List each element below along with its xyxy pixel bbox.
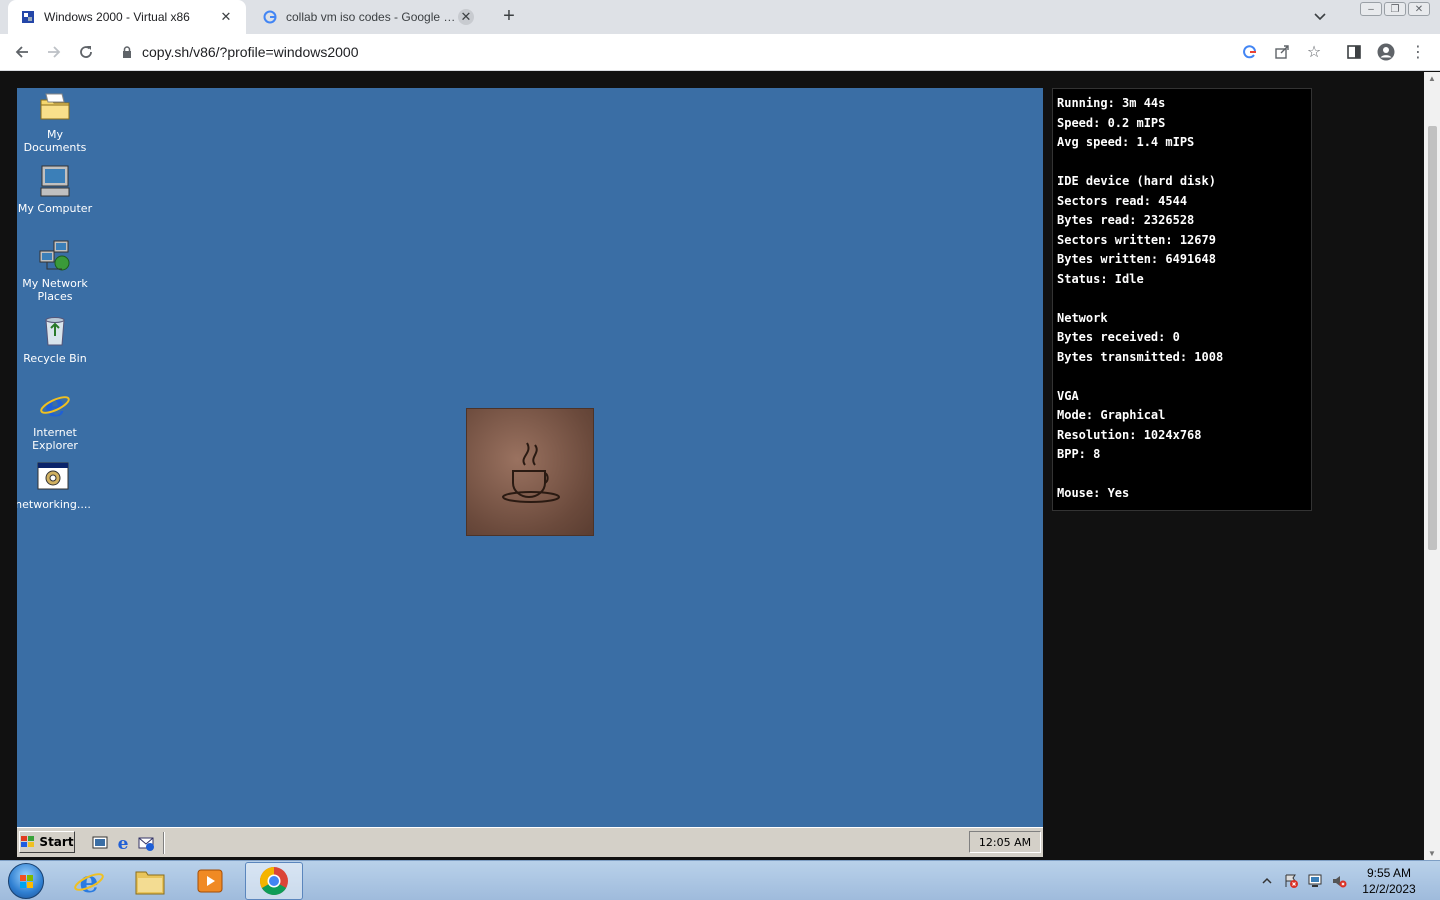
recycle-bin-icon — [38, 314, 72, 348]
java-cup-wallpaper-icon — [466, 408, 594, 536]
desktop-icon-label: My Network Places — [22, 277, 88, 303]
address-bar[interactable]: copy.sh/v86/?profile=windows2000 — [110, 38, 1300, 67]
network-status-icon[interactable] — [1307, 873, 1323, 889]
minimize-window-button[interactable]: – — [1360, 2, 1382, 16]
stat-avg-speed: Avg speed: 1.4 mIPS — [1057, 135, 1195, 149]
desktop-icon-label: My Documents — [23, 128, 87, 154]
emulator-screen[interactable]: My Documents My Computer My Network Plac… — [17, 88, 1043, 857]
tab-strip: Windows 2000 - Virtual x86 ✕ collab vm i… — [0, 0, 1440, 34]
desktop-icon-internet-explorer[interactable]: e Internet Explorer — [17, 386, 93, 452]
desktop-icon-label: My Computer — [17, 202, 93, 215]
emulator-stats-panel: Running: 3m 44s Speed: 0.2 mIPS Avg spee… — [1052, 88, 1312, 511]
show-hidden-icons-chevron[interactable] — [1259, 873, 1275, 889]
desktop-icon-my-computer[interactable]: My Computer — [17, 164, 93, 215]
desktop-icon-label: Recycle Bin — [23, 352, 87, 365]
guest-clock: 12:05 AM — [969, 831, 1041, 853]
host-date: 12/2/2023 — [1362, 882, 1416, 896]
action-center-flag-icon[interactable] — [1283, 873, 1299, 889]
forward-icon[interactable] — [44, 42, 64, 62]
stat-running: Running: 3m 44s — [1057, 96, 1166, 110]
close-tab-icon[interactable]: ✕ — [218, 9, 234, 25]
stat-status: Status: Idle — [1057, 271, 1144, 286]
quicklaunch-ie-icon[interactable]: e — [114, 834, 132, 854]
taskbar-ie-icon[interactable]: e — [60, 862, 118, 900]
desktop-icon-my-documents[interactable]: My Documents — [17, 90, 93, 154]
program-icon — [36, 460, 70, 494]
desktop-icon-networking[interactable]: networking.... — [17, 460, 91, 511]
scroll-up-icon[interactable]: ▲ — [1428, 74, 1436, 83]
side-panel-icon[interactable] — [1344, 42, 1364, 62]
host-clock[interactable]: 9:55 AM 12/2/2023 — [1356, 865, 1422, 897]
desktop-icon-recycle-bin[interactable]: Recycle Bin — [17, 314, 93, 365]
stat-ide-heading: IDE device (hard disk) — [1057, 174, 1216, 188]
back-icon[interactable] — [12, 42, 32, 62]
reload-icon[interactable] — [76, 42, 96, 62]
desktop-icon-label: networking.... — [17, 498, 91, 511]
url-text: copy.sh/v86/?profile=windows2000 — [142, 44, 359, 60]
desktop-icon-my-network-places[interactable]: My Network Places — [17, 239, 93, 303]
stat-sectors-read: Sectors read: 4544 — [1057, 193, 1188, 208]
windows-flag-icon — [21, 836, 35, 847]
svg-text:e: e — [118, 834, 129, 852]
stat-vga-heading: VGA — [1057, 388, 1079, 403]
tab-google-search[interactable]: collab vm iso codes - Google Search ✕ — [250, 0, 486, 34]
lock-icon — [123, 46, 131, 58]
taskbar-chrome-icon[interactable] — [245, 862, 303, 900]
browser-toolbar: copy.sh/v86/?profile=windows2000 ☆ ⋮ — [0, 34, 1440, 71]
quicklaunch-outlook-icon[interactable] — [137, 834, 155, 852]
scrollbar-thumb[interactable] — [1428, 126, 1437, 550]
taskbar-media-player-icon[interactable] — [181, 862, 239, 900]
stat-resolution: Resolution: 1024x768 — [1057, 427, 1202, 442]
stat-bpp: BPP: 8 — [1057, 447, 1101, 461]
guest-taskbar: Start e 12:05 AM — [17, 827, 1043, 857]
taskbar-explorer-icon[interactable] — [121, 862, 179, 900]
stat-bytes-transmitted: Bytes transmitted: 1008 — [1057, 349, 1224, 364]
tab-title: collab vm iso codes - Google Search — [286, 10, 458, 24]
taskbar-divider — [163, 832, 165, 854]
profile-avatar-icon[interactable] — [1376, 42, 1396, 62]
stat-bytes-written: Bytes written: 6491648 — [1057, 252, 1216, 266]
close-tab-icon[interactable]: ✕ — [458, 9, 474, 25]
page-scrollbar[interactable]: ▲ ▼ — [1424, 72, 1440, 860]
stat-bytes-received: Bytes received: 0 — [1057, 330, 1180, 344]
ie-icon: e — [38, 386, 72, 424]
google-favicon-icon — [262, 9, 278, 25]
desktop-icon-label: Internet Explorer — [32, 426, 78, 452]
stat-mode: Mode: Graphical — [1057, 408, 1166, 422]
svg-text:e: e — [45, 388, 65, 422]
start-label: Start — [39, 835, 74, 849]
tab-title: Windows 2000 - Virtual x86 — [44, 10, 190, 24]
new-tab-button[interactable]: + — [498, 6, 520, 28]
bookmark-star-icon[interactable]: ☆ — [1304, 42, 1324, 62]
stat-bytes-read: Bytes read: 2326528 — [1057, 213, 1195, 227]
network-icon — [38, 239, 72, 273]
tab-search-chevron-icon[interactable] — [1310, 8, 1330, 26]
windows-start-orb-icon[interactable] — [8, 863, 44, 899]
stat-speed: Speed: 0.2 mIPS — [1057, 115, 1166, 130]
host-taskbar: e 9:55 AM 12/2/2023 — [0, 860, 1440, 900]
restore-window-button[interactable]: ❐ — [1384, 2, 1406, 16]
computer-icon — [38, 164, 72, 198]
v86-favicon-icon — [20, 9, 36, 25]
share-icon[interactable] — [1272, 42, 1292, 62]
menu-kebab-icon[interactable]: ⋮ — [1408, 42, 1428, 62]
folder-icon — [38, 90, 72, 124]
start-button[interactable]: Start — [19, 831, 75, 853]
host-time: 9:55 AM — [1366, 866, 1412, 880]
scroll-down-icon[interactable]: ▼ — [1428, 849, 1436, 858]
show-desktop-icon[interactable] — [91, 834, 109, 852]
tab-windows2000[interactable]: Windows 2000 - Virtual x86 ✕ — [8, 0, 246, 34]
google-lens-icon[interactable] — [1240, 42, 1260, 62]
stat-network-heading: Network — [1057, 310, 1108, 325]
stat-sectors-written: Sectors written: 12679 — [1057, 232, 1216, 247]
close-window-button[interactable]: ✕ — [1408, 2, 1430, 16]
stat-mouse: Mouse: Yes — [1057, 486, 1130, 500]
volume-muted-icon[interactable] — [1331, 873, 1347, 889]
